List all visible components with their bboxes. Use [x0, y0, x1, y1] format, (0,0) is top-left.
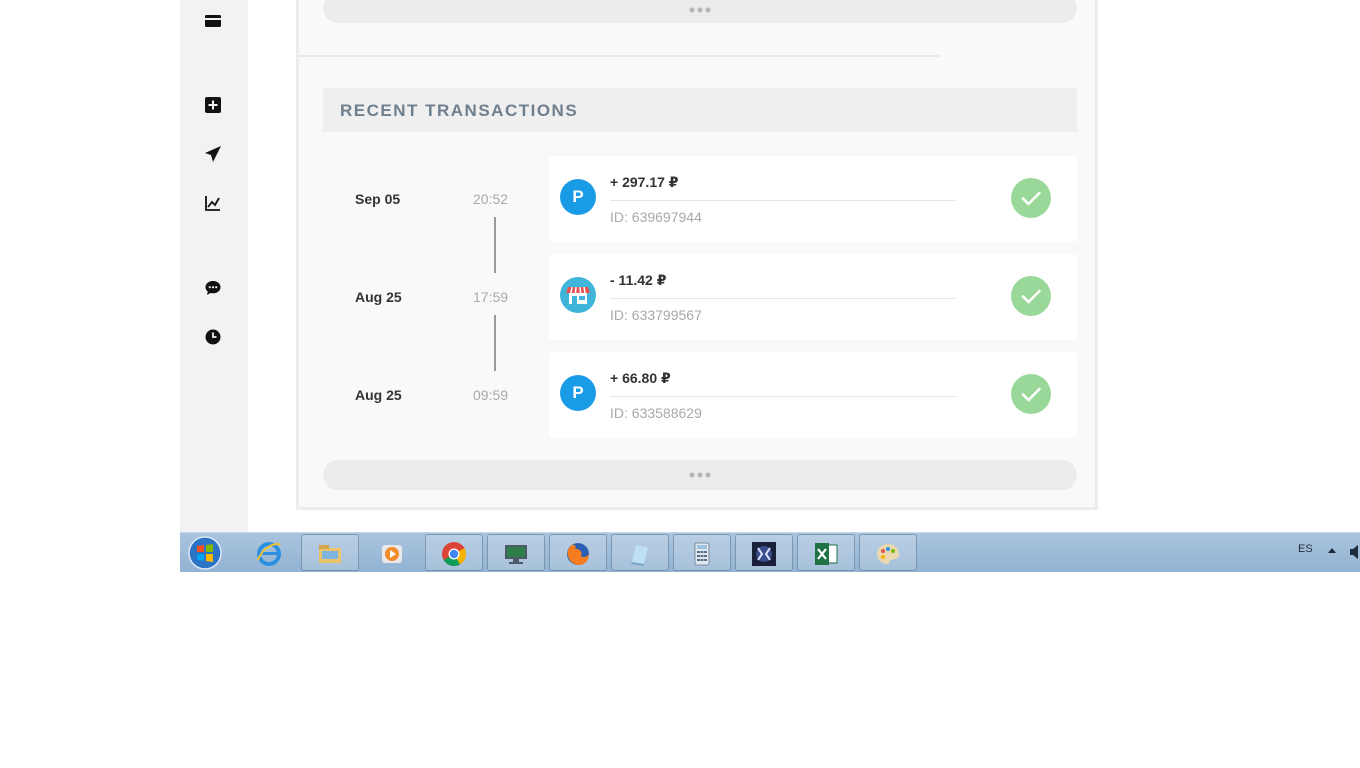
add-icon[interactable]: [204, 96, 222, 114]
txn-separator: [610, 200, 956, 201]
card-icon[interactable]: [204, 12, 222, 30]
clock-icon[interactable]: [204, 328, 222, 346]
language-indicator[interactable]: ES: [1298, 543, 1313, 555]
timeline-line: [494, 217, 496, 273]
divider: [299, 55, 939, 57]
txn-date: Aug 25: [355, 387, 402, 403]
txn-separator: [610, 298, 956, 299]
check-icon: [1011, 178, 1051, 218]
sidebar: [180, 0, 248, 532]
txn-date: Sep 05: [355, 191, 401, 207]
check-icon: [1011, 374, 1051, 414]
chrome-icon[interactable]: [425, 534, 483, 571]
volume-icon[interactable]: [1350, 545, 1360, 559]
internet-explorer-icon[interactable]: [240, 534, 298, 571]
more-dots-icon: [689, 7, 711, 13]
firefox-icon[interactable]: [549, 534, 607, 571]
transaction-card[interactable]: P + 66.80 ₽ ID: 633588629: [549, 352, 1077, 438]
show-more-bar-bottom[interactable]: [323, 460, 1077, 490]
transactions-panel: RECENT TRANSACTIONS Sep 05 20:52 P + 297…: [296, 0, 1098, 510]
timeline-line: [494, 315, 496, 371]
txn-amount: + 66.80 ₽: [610, 370, 671, 386]
txn-amount: - 11.42 ₽: [610, 272, 667, 288]
txn-date: Aug 25: [355, 289, 402, 305]
more-dots-icon: [689, 472, 711, 478]
game-icon[interactable]: [735, 534, 793, 571]
notepad-icon[interactable]: [611, 534, 669, 571]
txn-time: 17:59: [473, 289, 509, 305]
chart-icon[interactable]: [204, 194, 222, 212]
txn-id: ID: 633799567: [610, 307, 702, 323]
media-player-icon[interactable]: [363, 534, 421, 571]
transaction-card[interactable]: P + 297.17 ₽ ID: 639697944: [549, 156, 1077, 242]
txn-time: 09:59: [473, 387, 509, 403]
show-hidden-icons-icon[interactable]: [1328, 548, 1336, 553]
excel-icon[interactable]: [797, 534, 855, 571]
txn-amount: + 297.17 ₽: [610, 174, 679, 190]
section-header: RECENT TRANSACTIONS: [323, 88, 1077, 132]
shop-icon: [560, 277, 596, 313]
send-icon[interactable]: [204, 145, 222, 163]
txn-time: 20:52: [473, 191, 509, 207]
app-window: RECENT TRANSACTIONS Sep 05 20:52 P + 297…: [180, 0, 1360, 572]
taskbar: ES: [180, 532, 1360, 572]
show-more-bar-top[interactable]: [323, 0, 1077, 23]
calculator-icon[interactable]: [673, 534, 731, 571]
windows-start-icon[interactable]: [186, 535, 224, 571]
txn-separator: [610, 396, 956, 397]
check-icon: [1011, 276, 1051, 316]
chat-icon[interactable]: [204, 279, 222, 297]
txn-id: ID: 633588629: [610, 405, 702, 421]
txn-id: ID: 639697944: [610, 209, 702, 225]
transaction-card[interactable]: - 11.42 ₽ ID: 633799567: [549, 254, 1077, 340]
remote-desktop-icon[interactable]: [487, 534, 545, 571]
p-icon: P: [560, 375, 596, 411]
section-title: RECENT TRANSACTIONS: [340, 101, 579, 120]
p-icon: P: [560, 179, 596, 215]
file-explorer-icon[interactable]: [301, 534, 359, 571]
paint-icon[interactable]: [859, 534, 917, 571]
